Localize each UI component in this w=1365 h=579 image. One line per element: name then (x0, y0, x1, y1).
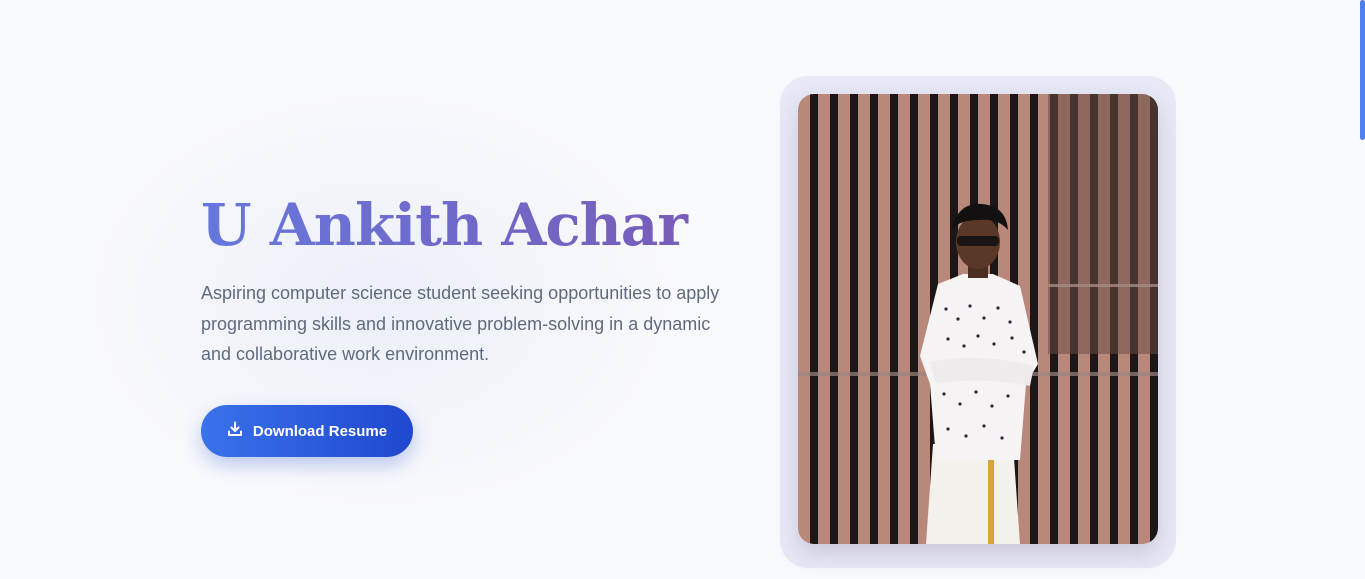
profile-photo (798, 94, 1158, 544)
hero-description: Aspiring computer science student seekin… (201, 283, 720, 364)
download-resume-label: Download Resume (252, 422, 388, 440)
hero-name: U Ankith Achar (201, 190, 741, 260)
profile-photo-frame (780, 76, 1176, 568)
download-resume-button[interactable]: Download Resume (201, 405, 413, 457)
hero-section: U Ankith Achar Aspiring computer science… (201, 190, 741, 370)
profile-photo-illustration (798, 94, 1158, 544)
download-icon (227, 421, 243, 441)
scroll-indicator[interactable] (1360, 0, 1365, 140)
